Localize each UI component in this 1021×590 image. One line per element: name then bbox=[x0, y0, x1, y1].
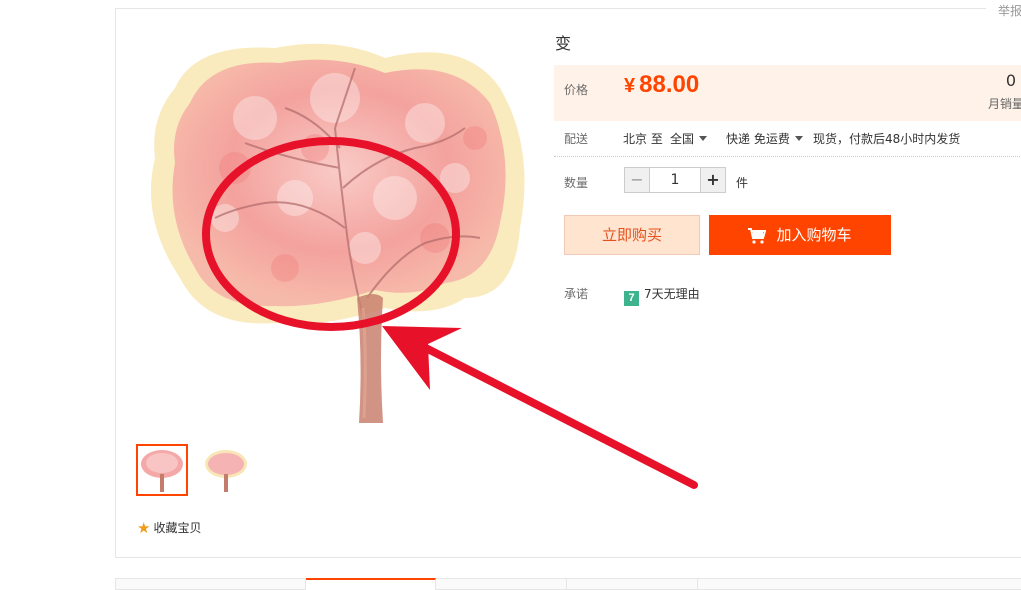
seven-day-return-icon: 7 bbox=[624, 291, 639, 306]
promise-7day-return[interactable]: 7 7天无理由 bbox=[624, 285, 700, 306]
price-label: 价格 bbox=[564, 83, 589, 97]
product-title: 变 bbox=[555, 34, 572, 53]
cart-icon bbox=[748, 228, 767, 244]
chevron-down-icon bbox=[699, 136, 708, 141]
shipping-destination: 全国 bbox=[670, 132, 695, 146]
star-icon: ★ bbox=[137, 519, 151, 537]
chevron-down-icon bbox=[794, 136, 803, 141]
quantity-increase-button[interactable]: + bbox=[700, 167, 726, 193]
detail-tab-bar bbox=[115, 578, 1021, 590]
shipping-row: 配送 北京 至 全国 快递 免运费 现货，付款后48小时内发货 bbox=[554, 124, 1020, 157]
tab-3[interactable] bbox=[436, 578, 567, 590]
quantity-decrease-button[interactable]: − bbox=[624, 167, 650, 193]
shipping-destination-select[interactable]: 全国 bbox=[670, 130, 708, 147]
tab-2[interactable] bbox=[306, 578, 436, 590]
currency-symbol: ¥ bbox=[624, 75, 636, 97]
quantity-unit: 件 bbox=[736, 176, 749, 190]
thumbnail-1[interactable] bbox=[136, 444, 188, 496]
tab-4[interactable] bbox=[567, 578, 698, 590]
tree-thumbnail-image bbox=[141, 450, 183, 492]
main-product-image bbox=[150, 43, 525, 423]
quantity-stepper: − 1 + bbox=[624, 167, 726, 193]
shipping-method-select[interactable]: 快递 免运费 bbox=[726, 130, 803, 147]
shipping-method: 快递 免运费 bbox=[726, 132, 790, 146]
quantity-label: 数量 bbox=[564, 176, 589, 190]
sales-label: 月销量 bbox=[988, 97, 1021, 111]
shipping-label: 配送 bbox=[564, 132, 589, 146]
shipping-note: 现货，付款后48小时内发货 bbox=[813, 132, 961, 146]
add-to-cart-label: 加入购物车 bbox=[776, 226, 852, 244]
buy-now-button[interactable]: 立即购买 bbox=[564, 215, 700, 255]
sales-count: 0 bbox=[1005, 71, 1016, 90]
promise-text: 7天无理由 bbox=[644, 287, 700, 301]
price-box: 价格 ¥88.00 0 月销量 bbox=[554, 65, 1021, 121]
favorite-button[interactable]: ★ 收藏宝贝 bbox=[137, 519, 201, 537]
promise-label: 承诺 bbox=[564, 287, 589, 301]
report-link[interactable]: 举报 bbox=[986, 0, 1021, 22]
tab-1[interactable] bbox=[116, 578, 306, 590]
add-to-cart-button[interactable]: 加入购物车 bbox=[709, 215, 891, 255]
favorite-label: 收藏宝贝 bbox=[153, 521, 202, 535]
price-amount: 88.00 bbox=[639, 71, 700, 98]
tree-thumbnail-image bbox=[205, 450, 247, 492]
thumbnail-2[interactable] bbox=[200, 444, 252, 496]
price-value: ¥88.00 bbox=[624, 71, 699, 99]
shipping-from: 北京 至 bbox=[623, 132, 663, 146]
quantity-input[interactable]: 1 bbox=[650, 167, 700, 193]
